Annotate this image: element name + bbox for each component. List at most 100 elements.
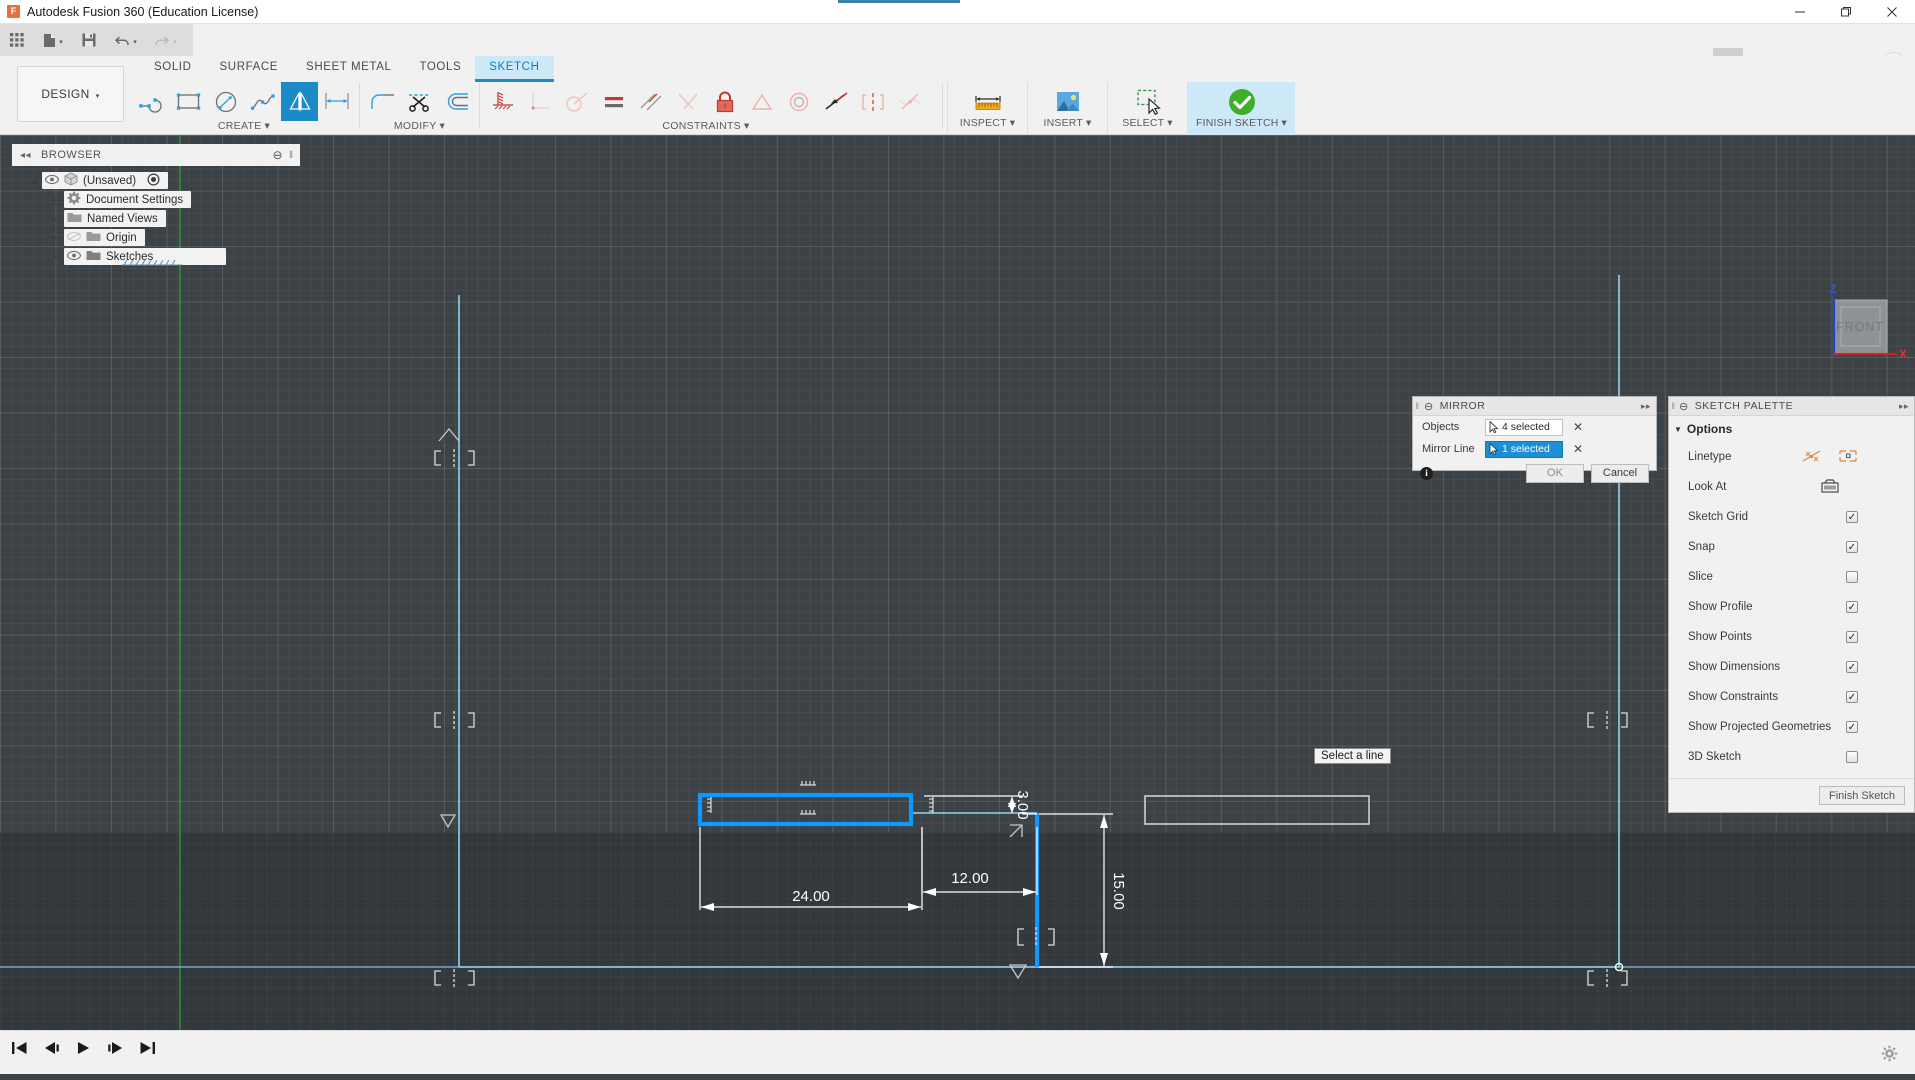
sketch-canvas[interactable]: 24.00 12.00 3.00	[0, 135, 1915, 1030]
sketch-line-icon[interactable]	[133, 82, 170, 121]
chevron-down-icon[interactable]: ▾	[59, 38, 63, 46]
sketch-palette-header[interactable]: ‖ ⊖ SKETCH PALETTE ▸▸	[1669, 397, 1914, 416]
play-icon[interactable]	[73, 1036, 93, 1060]
info-icon[interactable]: i	[1420, 467, 1433, 480]
tab-sketch[interactable]: SKETCH	[475, 56, 553, 82]
tree-item-origin[interactable]: ▸ Origin	[12, 228, 312, 247]
offset-icon[interactable]	[438, 82, 475, 121]
constraint-coincident-icon[interactable]	[669, 82, 706, 121]
chevron-down-icon[interactable]: ▾	[173, 38, 177, 46]
show-constraints-checkbox[interactable]: ✓	[1846, 691, 1858, 703]
palette-expand-icon[interactable]: ▸▸	[1899, 401, 1909, 412]
show-profile-checkbox[interactable]: ✓	[1846, 601, 1858, 613]
sketch-circle-icon[interactable]	[207, 82, 244, 121]
view-cube[interactable]: FRONT Z X	[1810, 280, 1910, 375]
sketch-dimension-icon[interactable]	[318, 82, 355, 121]
expand-arrow-icon[interactable]: ▸	[48, 252, 64, 261]
sketch-spline-icon[interactable]	[244, 82, 281, 121]
show-dimensions-checkbox[interactable]: ✓	[1846, 661, 1858, 673]
mirror-objects-selection[interactable]: 4 selected	[1485, 419, 1563, 436]
constraint-fix-icon[interactable]	[484, 82, 521, 121]
palette-grip-icon[interactable]: ‖	[1669, 401, 1678, 411]
redo-icon[interactable]: ▾	[146, 24, 186, 56]
constraint-tangent-icon[interactable]	[558, 82, 595, 121]
inspect-button[interactable]: INSPECT▾	[947, 82, 1027, 135]
save-icon[interactable]	[72, 24, 106, 56]
step-forward-icon[interactable]	[105, 1036, 125, 1060]
trim-scissors-icon[interactable]	[401, 82, 438, 121]
3d-sketch-checkbox[interactable]	[1846, 751, 1858, 763]
finish-sketch-button[interactable]: FINISH SKETCH▾	[1187, 82, 1295, 135]
go-to-end-icon[interactable]	[137, 1036, 157, 1060]
mirror-line-selection[interactable]: 1 selected	[1485, 441, 1563, 458]
mirror-dialog[interactable]: ‖ ⊖ MIRROR ▸▸ Objects 4 selected ✕ Mirro…	[1412, 396, 1657, 471]
browser-minimize-icon[interactable]: ⊖	[272, 148, 283, 162]
step-back-icon[interactable]	[41, 1036, 61, 1060]
centerline-icon[interactable]	[1838, 448, 1858, 467]
sketch-mirror-icon[interactable]	[281, 82, 318, 121]
mirror-cancel-button[interactable]: Cancel	[1591, 464, 1649, 483]
app-grid-icon[interactable]	[0, 24, 34, 56]
activate-component-radio[interactable]	[147, 173, 160, 189]
construction-line-icon[interactable]	[1802, 448, 1822, 467]
undo-icon[interactable]: ▾	[106, 24, 146, 56]
maximize-button[interactable]	[1823, 0, 1869, 24]
workspace-selector-design[interactable]: DESIGN ▾	[17, 66, 124, 122]
snap-checkbox[interactable]: ✓	[1846, 541, 1858, 553]
ribbon-group-label-create[interactable]: CREATE▾	[133, 120, 355, 132]
constraint-perpendicular-icon[interactable]	[521, 82, 558, 121]
mirror-line-clear-icon[interactable]: ✕	[1573, 442, 1583, 456]
constraint-collinear-icon[interactable]	[743, 82, 780, 121]
go-to-beginning-icon[interactable]	[9, 1036, 29, 1060]
expand-arrow-icon[interactable]: ▸	[48, 195, 64, 204]
visibility-eye-off-icon[interactable]	[67, 232, 81, 244]
constraint-curvature-icon[interactable]	[891, 82, 928, 121]
show-points-checkbox[interactable]: ✓	[1846, 631, 1858, 643]
constraint-symmetry-icon[interactable]	[854, 82, 891, 121]
constraint-midpoint-icon[interactable]	[817, 82, 854, 121]
visibility-eye-icon[interactable]	[67, 251, 81, 263]
constraint-fix-unfix-lock-icon[interactable]	[706, 82, 743, 121]
select-button[interactable]: SELECT▾	[1107, 82, 1187, 135]
constraint-concentric-icon[interactable]	[780, 82, 817, 121]
dialog-expand-icon[interactable]: ▸▸	[1641, 401, 1651, 412]
tree-item-named-views[interactable]: ▸ Named Views	[12, 209, 312, 228]
mirror-objects-clear-icon[interactable]: ✕	[1573, 420, 1583, 434]
ribbon-group-label-constraints[interactable]: CONSTRAINTS▾	[484, 120, 928, 132]
browser-grip-icon[interactable]: ‖	[289, 150, 296, 161]
sketch-palette[interactable]: ‖ ⊖ SKETCH PALETTE ▸▸ ▼ Options Linetype	[1668, 396, 1915, 813]
ribbon-group-label-modify[interactable]: MODIFY▾	[364, 120, 475, 132]
palette-finish-sketch-button[interactable]: Finish Sketch	[1819, 786, 1905, 805]
visibility-eye-icon[interactable]	[45, 175, 59, 187]
palette-minimize-icon[interactable]: ⊖	[1679, 400, 1689, 413]
mirror-ok-button[interactable]: OK	[1526, 464, 1584, 483]
sketch-grid-checkbox[interactable]: ✓	[1846, 511, 1858, 523]
mirror-dialog-header[interactable]: ‖ ⊖ MIRROR ▸▸	[1413, 397, 1656, 416]
fillet-icon[interactable]	[364, 82, 401, 121]
timeline-settings-gear-icon[interactable]	[1881, 1045, 1898, 1067]
tree-item-unsaved[interactable]: ◢ (Unsaved)	[12, 171, 312, 190]
collapse-browser-icon[interactable]: ◂◂	[20, 150, 31, 161]
dialog-minimize-icon[interactable]: ⊖	[1424, 400, 1434, 413]
look-at-camera-icon[interactable]	[1820, 478, 1840, 497]
palette-section-options[interactable]: ▼ Options	[1669, 416, 1914, 442]
tree-item-sketches[interactable]: ▸ Sketches	[12, 247, 312, 266]
constraint-parallel-icon[interactable]	[632, 82, 669, 121]
expand-arrow-icon[interactable]: ▸	[48, 233, 64, 242]
tab-sheet-metal[interactable]: SHEET METAL	[292, 56, 405, 82]
tab-solid[interactable]: SOLID	[140, 56, 206, 82]
chevron-down-icon[interactable]: ▾	[133, 38, 137, 46]
slice-checkbox[interactable]	[1846, 571, 1858, 583]
tab-tools[interactable]: TOOLS	[405, 56, 475, 82]
expand-arrow-icon[interactable]: ◢	[26, 176, 42, 185]
new-document-icon[interactable]: ▾	[34, 24, 72, 56]
dialog-grip-icon[interactable]: ‖	[1413, 401, 1422, 411]
show-projected-geometries-checkbox[interactable]: ✓	[1846, 721, 1858, 733]
sketch-rectangle-icon[interactable]	[170, 82, 207, 121]
expand-arrow-icon[interactable]: ▸	[48, 214, 64, 223]
close-button[interactable]	[1869, 0, 1915, 24]
minimize-button[interactable]	[1777, 0, 1823, 24]
tab-surface[interactable]: SURFACE	[206, 56, 293, 82]
insert-button[interactable]: INSERT▾	[1027, 82, 1107, 135]
tree-item-document-settings[interactable]: ▸ Document Settings	[12, 190, 312, 209]
